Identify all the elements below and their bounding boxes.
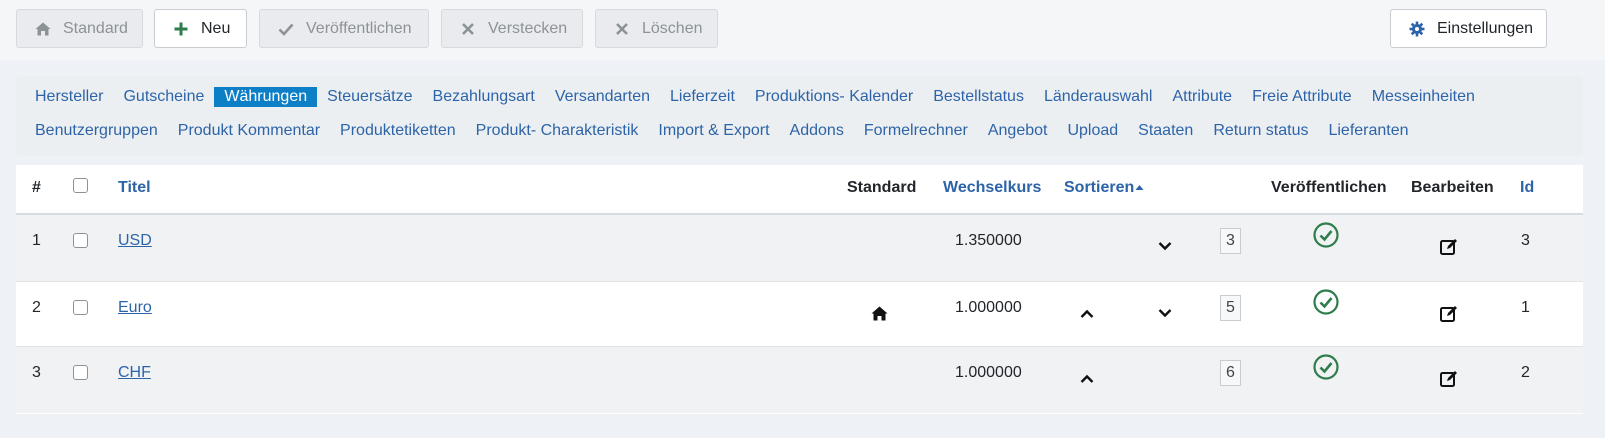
submenu-row-1: Hersteller Gutscheine Währungen Steuersätze… <box>25 86 1485 108</box>
hide-button[interactable]: Verstecken <box>441 9 583 48</box>
table-row: 3 CHF 1.000000 6 2 <box>16 347 1583 413</box>
toolbar: Standard Neu Veröffentlichen Verstecken … <box>0 0 1605 60</box>
submenu-item-formelrechner[interactable]: Formelrechner <box>854 121 978 141</box>
currency-title-link[interactable]: CHF <box>118 364 151 382</box>
new-button[interactable]: Neu <box>154 9 247 48</box>
plus-icon <box>174 22 188 35</box>
table-header: # Titel Standard Wechselkurs Sortieren V… <box>16 165 1583 215</box>
gear-icon <box>1409 21 1425 36</box>
new-button-label: Neu <box>201 19 231 37</box>
submenu-item-addons[interactable]: Addons <box>780 121 854 141</box>
submenu-item-import-export[interactable]: Import & Export <box>648 121 779 141</box>
submenu-item-gutscheine[interactable]: Gutscheine <box>113 87 214 107</box>
exchange-rate: 1.350000 <box>955 232 1022 249</box>
submenu-item-bestellstatus[interactable]: Bestellstatus <box>923 87 1034 107</box>
check-circle-icon[interactable] <box>1313 289 1339 315</box>
exchange-rate: 1.000000 <box>955 299 1022 316</box>
submenu-item-messeinheiten[interactable]: Messeinheiten <box>1362 87 1485 107</box>
currency-title-link[interactable]: Euro <box>118 299 152 317</box>
submenu-item-staaten[interactable]: Staaten <box>1128 121 1203 141</box>
submenu-item-lieferzeit[interactable]: Lieferzeit <box>660 87 745 107</box>
standard-button-label: Standard <box>63 19 128 37</box>
header-publish: Veröffentlichen <box>1271 179 1387 196</box>
currency-table: # Titel Standard Wechselkurs Sortieren V… <box>16 165 1583 414</box>
submenu-item-länderauswahl[interactable]: Länderauswahl <box>1034 87 1163 107</box>
select-all-checkbox[interactable] <box>73 178 88 193</box>
check-icon <box>278 23 294 36</box>
submenu-panel: Hersteller Gutscheine Währungen Steuersätze… <box>16 76 1583 156</box>
times-icon <box>462 22 474 35</box>
row-number: 1 <box>32 232 41 249</box>
times-icon <box>616 22 628 35</box>
submenu-item-benutzergruppen[interactable]: Benutzergruppen <box>25 121 168 141</box>
submenu-item-produkt-charakteristik[interactable]: Produkt- Charakteristik <box>466 121 649 141</box>
header-rate[interactable]: Wechselkurs <box>943 179 1041 197</box>
edit-icon[interactable] <box>1440 370 1458 387</box>
submenu-item-freie-attribute[interactable]: Freie Attribute <box>1242 87 1362 107</box>
row-checkbox[interactable] <box>73 233 88 248</box>
table-row: 1 USD 1.350000 3 3 <box>16 215 1583 281</box>
chevron-down-icon[interactable] <box>1158 309 1172 318</box>
submenu-item-angebot[interactable]: Angebot <box>978 121 1058 141</box>
order-input[interactable]: 5 <box>1220 295 1241 321</box>
order-input[interactable]: 6 <box>1220 360 1241 386</box>
header-number: # <box>32 179 41 196</box>
header-standard: Standard <box>847 179 917 196</box>
submenu-row-2: Benutzergruppen Produkt Kommentar Produkte… <box>25 120 1419 142</box>
submenu-item-return-status[interactable]: Return status <box>1203 121 1318 141</box>
delete-button-label: Löschen <box>642 19 703 37</box>
edit-icon[interactable] <box>1440 238 1458 255</box>
currency-title-link[interactable]: USD <box>118 232 152 250</box>
row-number: 3 <box>32 364 41 381</box>
header-id[interactable]: Id <box>1520 179 1534 197</box>
row-id: 2 <box>1521 364 1530 381</box>
chevron-down-icon[interactable] <box>1158 242 1172 251</box>
home-icon <box>35 22 51 35</box>
chevron-up-icon[interactable] <box>1080 374 1094 383</box>
hide-button-label: Verstecken <box>488 19 568 37</box>
row-checkbox[interactable] <box>73 365 88 380</box>
home-icon <box>871 306 888 321</box>
check-circle-icon[interactable] <box>1313 354 1339 380</box>
publish-button[interactable]: Veröffentlichen <box>259 9 429 48</box>
check-circle-icon[interactable] <box>1313 222 1339 248</box>
edit-icon[interactable] <box>1440 305 1458 322</box>
standard-button[interactable]: Standard <box>16 9 143 48</box>
header-sort[interactable]: Sortieren <box>1064 179 1144 197</box>
submenu-item-hersteller[interactable]: Hersteller <box>25 87 113 107</box>
submenu-item-produktetiketten[interactable]: Produktetiketten <box>330 121 466 141</box>
submenu-item-lieferanten[interactable]: Lieferanten <box>1318 121 1418 141</box>
chevron-up-icon[interactable] <box>1080 309 1094 318</box>
submenu-item-produkt-kommentar[interactable]: Produkt Kommentar <box>168 121 330 141</box>
submenu-item-produktions-kalender[interactable]: Produktions- Kalender <box>745 87 923 107</box>
publish-button-label: Veröffentlichen <box>306 19 412 37</box>
submenu-item-upload[interactable]: Upload <box>1057 121 1128 141</box>
caret-up-icon <box>1135 185 1144 190</box>
settings-button[interactable]: Einstellungen <box>1390 9 1547 48</box>
row-number: 2 <box>32 299 41 316</box>
order-input[interactable]: 3 <box>1220 228 1241 254</box>
header-title[interactable]: Titel <box>118 179 151 197</box>
header-sort-label: Sortieren <box>1064 179 1135 196</box>
header-edit: Bearbeiten <box>1411 179 1494 196</box>
exchange-rate: 1.000000 <box>955 364 1022 381</box>
delete-button[interactable]: Löschen <box>595 9 718 48</box>
submenu-item-versandarten[interactable]: Versandarten <box>545 87 660 107</box>
row-checkbox[interactable] <box>73 300 88 315</box>
submenu-item-steuersätze[interactable]: Steuersätze <box>317 87 422 107</box>
row-id: 1 <box>1521 299 1530 316</box>
settings-button-label: Einstellungen <box>1437 19 1534 37</box>
row-id: 3 <box>1521 232 1530 249</box>
submenu-item-attribute[interactable]: Attribute <box>1162 87 1242 107</box>
submenu-item-währungen[interactable]: Währungen <box>214 87 318 107</box>
submenu-item-bezahlungsart[interactable]: Bezahlungsart <box>423 87 545 107</box>
table-row: 2 Euro 1.000000 5 1 <box>16 281 1583 347</box>
